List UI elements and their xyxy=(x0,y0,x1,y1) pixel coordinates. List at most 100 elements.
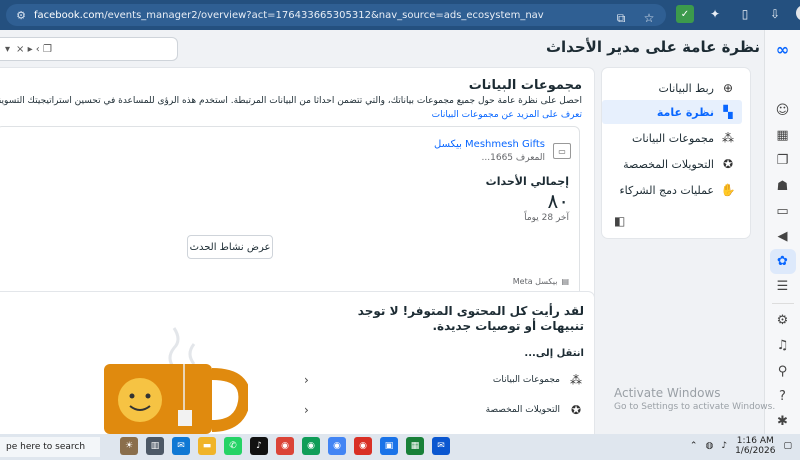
nav-item-label: ربط البيانات xyxy=(658,81,714,95)
collapse-sidebar-icon[interactable]: ◧ xyxy=(614,214,625,228)
pixel-id-label: المعرف xyxy=(515,153,545,163)
pixel-id-value: 1665... xyxy=(481,153,514,163)
system-tray: ⌃ ◍ ♪ 1:16 AM 1/6/2026 ▢ xyxy=(690,436,792,456)
weather-widget-icon[interactable]: ☀ xyxy=(120,437,138,455)
nav-item-label: مجموعات البيانات xyxy=(632,131,714,145)
clock-time: 1:16 AM xyxy=(736,436,774,446)
chevron-left-icon: ‹ xyxy=(304,403,309,417)
taskbar-search-input[interactable]: pe here to search xyxy=(0,437,100,457)
global-nav-rail: ∞ ☺ ▦ ❐ ☗ ▭ ◀ ✿ ☰ ⚙ ♫ ⚲ ? ✱ xyxy=(764,30,800,434)
table-icon[interactable]: ▦ xyxy=(770,123,796,148)
download-icon[interactable]: ⇩ xyxy=(766,5,784,23)
extension-icon[interactable]: ✓ xyxy=(676,5,694,23)
settings-gear-icon[interactable]: ⚙ xyxy=(770,308,796,333)
split-view-icon[interactable]: ▯ xyxy=(736,5,754,23)
bookmark-star-icon[interactable]: ☆ xyxy=(640,9,658,27)
custom-conversions-icon: ✪ xyxy=(570,403,582,417)
chevron-down-icon: ▾ xyxy=(5,43,11,55)
goto-link-label: مجموعات البيانات xyxy=(492,375,560,385)
datasets-title: مجموعات البيانات xyxy=(468,78,582,93)
people-icon[interactable]: ☗ xyxy=(770,173,796,198)
address-bar[interactable]: ⚙ facebook.com/events_manager2/overview?… xyxy=(6,4,666,26)
goto-label: انتقل إلى... xyxy=(524,348,584,359)
whatsapp-icon[interactable]: ✆ xyxy=(224,437,242,455)
clock[interactable]: 1:16 AM 1/6/2026 xyxy=(735,436,775,456)
chevron-left-icon: ‹ xyxy=(304,373,309,387)
goto-custom-conversions-link[interactable]: ✪ التحويلات المخصصة ‹ xyxy=(304,398,584,422)
watermark-title: Activate Windows xyxy=(614,386,721,400)
page-title: نظرة عامة على مدير الأحداث xyxy=(545,38,760,56)
smiley-icon[interactable]: ☺ xyxy=(770,98,796,123)
search-icon[interactable]: ⚲ xyxy=(770,359,796,384)
rail-divider xyxy=(771,303,794,305)
datasets-card: مجموعات البيانات احصل على نظرة عامة حول … xyxy=(0,68,594,314)
view-event-activity-button[interactable]: عرض نشاط الحدث xyxy=(187,235,273,259)
nav-item-datasets[interactable]: ⁂ مجموعات البيانات xyxy=(602,126,742,150)
meta-logo-icon[interactable]: ∞ xyxy=(771,40,795,59)
period-label: آخر 28 يوماً xyxy=(524,213,569,223)
notifications-bell-icon[interactable]: ♫ xyxy=(770,333,796,358)
clock-date: 1/6/2026 xyxy=(735,446,776,456)
pixel-monitor-icon: ▭ xyxy=(553,143,571,159)
date-range-text: ‎× ▸ ‹ ❐ xyxy=(16,43,52,55)
url-text[interactable]: facebook.com/events_manager2/overview?ac… xyxy=(34,10,544,21)
chrome-red-icon[interactable]: ◉ xyxy=(354,437,372,455)
recommendations-title: لقد رأيت كل المحتوى المتوفر! لا توجد تنب… xyxy=(357,304,584,333)
messenger-icon[interactable]: ✉ xyxy=(432,437,450,455)
partner-integrations-icon: ✋ xyxy=(720,183,736,197)
total-events-label: إجمالي الأحداث xyxy=(485,175,569,188)
nav-item-label: التحويلات المخصصة xyxy=(623,157,714,171)
install-app-icon[interactable]: ⧉ xyxy=(612,9,630,27)
pixel-source-label: بيكسل Meta xyxy=(512,277,558,286)
coffee-mug-illustration xyxy=(104,327,248,434)
pixel-name-link[interactable]: Meshmesh Gifts بيكسل xyxy=(434,139,545,150)
overview-grid-icon: ▚ xyxy=(723,105,733,119)
volume-icon[interactable]: ♪ xyxy=(721,441,727,451)
plus-circle-icon: ⊕ xyxy=(722,81,734,95)
task-view-icon[interactable]: ▥ xyxy=(146,437,164,455)
pixel-dataset-card: ▭ Meshmesh Gifts بيكسل المعرف 1665... إج… xyxy=(0,126,580,306)
chrome-icon[interactable]: ◉ xyxy=(276,437,294,455)
nav-item-custom-conversions[interactable]: ✪ التحويلات المخصصة xyxy=(602,152,742,176)
network-icon[interactable]: ◍ xyxy=(705,441,713,451)
date-range-selector[interactable]: ▾ ‎× ▸ ‹ ❐ xyxy=(0,37,178,61)
megaphone-icon[interactable]: ◀ xyxy=(770,224,796,249)
mail-icon[interactable]: ✉ xyxy=(172,437,190,455)
datasets-icon: ⁂ xyxy=(570,373,582,387)
tiktok-icon[interactable]: ♪ xyxy=(250,437,268,455)
events-manager-page: ▾ ‎× ▸ ‹ ❐ نظرة عامة على مدير الأحداث ∞ … xyxy=(0,30,800,442)
all-tools-icon[interactable]: ☰ xyxy=(770,274,796,299)
chrome-alt-icon[interactable]: ◉ xyxy=(328,437,346,455)
windows-activation-watermark: Activate Windows Go to Settings to activ… xyxy=(614,386,775,414)
sheets-icon[interactable]: ▦ xyxy=(406,437,424,455)
recommendations-card: لقد رأيت كل المحتوى المتوفر! لا توجد تنب… xyxy=(0,292,594,442)
nav-item-connect-data[interactable]: ⊕ ربط البيانات xyxy=(602,76,742,100)
nav-item-label: نظرة عامة xyxy=(656,105,714,119)
events-manager-icon[interactable]: ✿ xyxy=(769,248,796,275)
watermark-subtitle: Go to Settings to activate Windows. xyxy=(614,402,776,412)
extensions-puzzle-icon[interactable]: ✦ xyxy=(706,5,724,23)
pixel-code-icon: ▤ xyxy=(561,277,569,286)
file-explorer-icon[interactable]: ▬ xyxy=(198,437,216,455)
nav-item-overview[interactable]: ▚ نظرة عامة xyxy=(602,100,742,124)
show-hidden-icons-icon[interactable]: ⌃ xyxy=(690,441,698,451)
site-info-icon[interactable]: ⚙ xyxy=(14,8,28,22)
notifications-icon[interactable]: ▢ xyxy=(783,441,792,451)
nav-item-label: عمليات دمج الشركاء xyxy=(619,183,714,197)
photos-icon[interactable]: ▣ xyxy=(380,437,398,455)
windows-taskbar: pe here to search ☀ ▥ ✉ ▬ ✆ ♪ ◉ ◉ ◉ ◉ ▣ … xyxy=(0,434,800,460)
billing-card-icon[interactable]: ▭ xyxy=(770,199,796,224)
browser-toolbar: ⚙ facebook.com/events_manager2/overview?… xyxy=(0,0,800,30)
pages-icon[interactable]: ❐ xyxy=(770,148,796,173)
custom-conversions-icon: ✪ xyxy=(722,157,734,171)
chrome-profile-icon[interactable]: ◉ xyxy=(302,437,320,455)
learn-more-link[interactable]: تعرف على المزيد عن مجموعات البيانات xyxy=(432,110,582,120)
profile-avatar[interactable] xyxy=(796,5,800,21)
goto-datasets-link[interactable]: ⁂ مجموعات البيانات ‹ xyxy=(304,368,584,392)
datasets-description: احصل على نظرة عامة حول جميع مجموعات بيان… xyxy=(0,96,582,106)
side-navigation: ⊕ ربط البيانات ▚ نظرة عامة ⁂ مجموعات الب… xyxy=(602,68,750,238)
pixel-source: ▤ بيكسل Meta xyxy=(513,277,569,286)
total-events-value: ٨٠ xyxy=(547,189,569,213)
datasets-icon: ⁂ xyxy=(722,131,734,145)
nav-item-partner-integrations[interactable]: ✋ عمليات دمج الشركاء xyxy=(602,178,742,202)
